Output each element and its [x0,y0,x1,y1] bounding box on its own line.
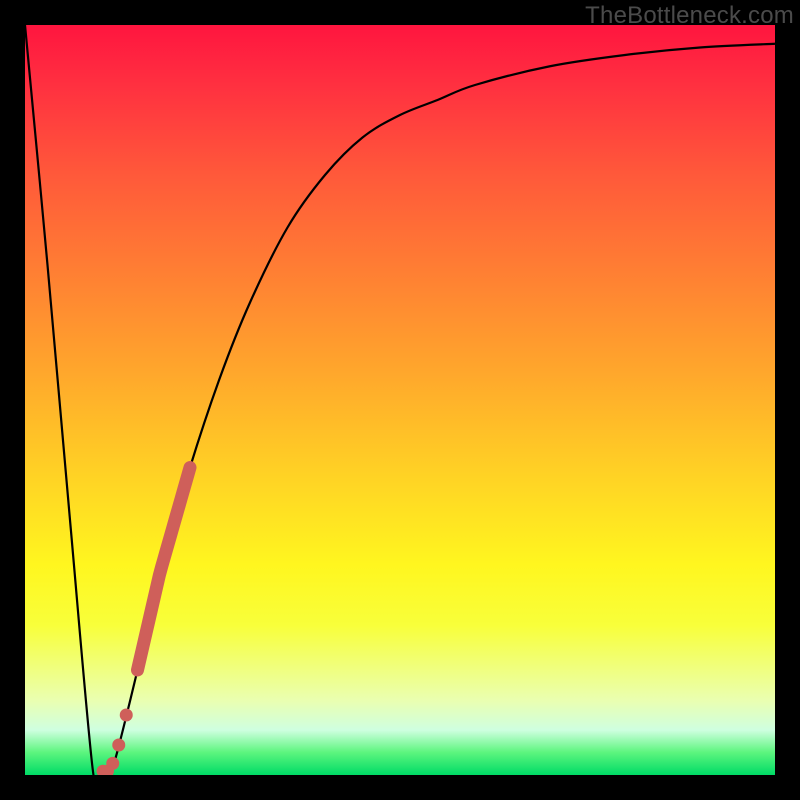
marker-segment [138,468,191,671]
plot-area [25,25,775,775]
chart-frame: TheBottleneck.com [0,0,800,800]
marker-dot [120,709,133,722]
curve-layer [25,25,775,775]
marker-dot [112,739,125,752]
